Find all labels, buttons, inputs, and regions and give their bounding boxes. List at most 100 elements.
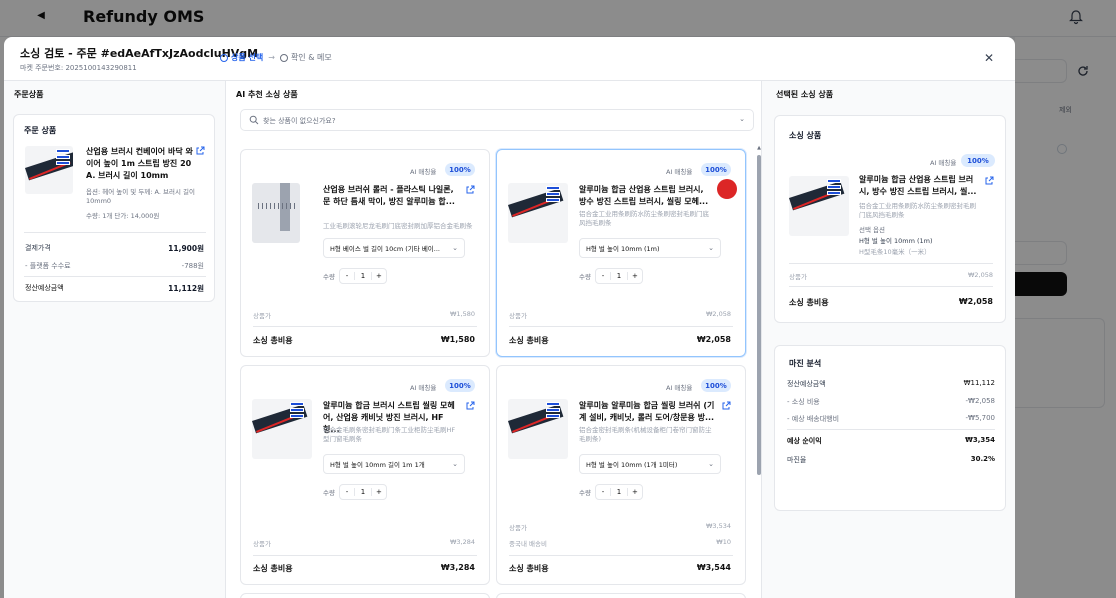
product-price-value: ₩1,580 <box>449 310 475 318</box>
selected-marker-icon[interactable] <box>717 179 737 199</box>
product-price-label: 상품가 <box>253 540 271 548</box>
step-confirm-memo[interactable]: 확인 & 메모 <box>279 52 332 63</box>
ai-match-label: AI 매칭율 <box>666 384 693 392</box>
margin-analysis-card: 마진 분석 정산예상금액 ₩11,112 - 소싱 비용 -₩2,058 - 예… <box>774 345 1006 511</box>
option-select-value: H형 벌 높이 10mm (1개 1미터) <box>586 461 678 469</box>
sourcing-review-modal: 소싱 검토 - 주문 #edAeAfTxJzAodcluHVgM 마켓 주문번호… <box>4 37 1015 598</box>
divider <box>789 263 993 264</box>
selected-product-image <box>789 176 849 236</box>
card-title: 소싱 상품 <box>789 131 822 140</box>
external-link-icon[interactable] <box>721 401 731 411</box>
column-header: 주문상품 <box>14 90 44 99</box>
step-product-select[interactable]: 상품 선택 <box>220 52 263 63</box>
chevron-down-icon[interactable]: ⌄ <box>739 115 745 123</box>
expected-profit-label: 예상 순이익 <box>787 437 822 445</box>
sourcing-card[interactable] <box>496 593 746 598</box>
chevron-down-icon: ⌄ <box>708 460 714 468</box>
divider <box>789 286 993 287</box>
ai-match-label: AI 매칭율 <box>410 384 437 392</box>
sourcing-card-selected[interactable]: AI 매칭율 100% 알루미늄 합금 산업용 스트립 브러시, 방수 방진 스… <box>496 149 746 357</box>
settlement-label: 정산예상금액 <box>787 380 826 388</box>
divider <box>24 276 206 277</box>
sourcing-cost-value: -₩2,058 <box>965 397 996 405</box>
quantity-value[interactable]: 1 <box>353 272 372 280</box>
chevron-down-icon: ⌄ <box>708 244 714 252</box>
settlement-value: ₩11,112 <box>963 379 995 387</box>
sourcing-product-desc: 铝合金工业用条刷防水防尘条刷密封毛刷门底风挡毛刷条 <box>579 210 709 227</box>
selected-sourcing-card: 소싱 상품 AI 매칭율 100% 알루미늄 합금 산업용 스트립 브러시, 방… <box>774 115 1006 323</box>
sourcing-total-value: ₩3,544 <box>696 563 731 572</box>
order-product-option: 옵션: 헤어 높이 및 두께: A. 브러시 길이 10mm0 <box>86 188 195 205</box>
quantity-value[interactable]: 1 <box>609 488 628 496</box>
card-title: 주문 상품 <box>24 126 57 135</box>
quantity-control: 수량 -1 + <box>323 484 387 500</box>
sourcing-total-label: 소싱 총비용 <box>509 336 549 345</box>
divider <box>253 555 477 556</box>
order-product-image <box>25 146 73 194</box>
arrow-right-icon: → <box>268 53 275 62</box>
step-circle-icon <box>220 53 228 62</box>
shipping-agent-fee-label: - 예상 배송대행비 <box>787 415 840 423</box>
external-link-icon[interactable] <box>465 185 475 195</box>
quantity-stepper[interactable]: -1 + <box>338 268 387 284</box>
china-shipping-label: 중국내 배송비 <box>509 540 547 548</box>
quantity-control: 수량 -1 + <box>579 484 643 500</box>
decrement-button[interactable]: - <box>596 488 610 496</box>
selected-option-label: 선택 옵션 <box>859 226 885 234</box>
decrement-button[interactable]: - <box>596 272 610 280</box>
quantity-label: 수량 <box>579 273 591 281</box>
option-select-value: H형 베이스 벌 길이 10cm (기타 베이... <box>330 245 440 253</box>
increment-button[interactable]: + <box>628 272 642 280</box>
product-price-value: ₩2,058 <box>705 310 731 318</box>
sourcing-product-desc: 铝合金毛刷条密封毛刷门条工业柜防尘毛刷HF型门窗毛刷条 <box>323 426 456 443</box>
sourcing-search-input[interactable]: 찾는 상품이 없으신가요? ⌄ <box>240 109 754 131</box>
decrement-button[interactable]: - <box>340 272 354 280</box>
product-price-label: 상품가 <box>253 312 271 320</box>
quantity-stepper[interactable]: -1 + <box>338 484 387 500</box>
increment-button[interactable]: + <box>372 272 386 280</box>
external-link-icon[interactable] <box>195 146 205 156</box>
sourcing-product-image <box>508 183 568 243</box>
divider <box>787 429 995 430</box>
sourcing-total-label: 소싱 총비용 <box>789 298 829 307</box>
option-select[interactable]: H형 벌 높이 10mm (1m) ⌄ <box>579 238 721 258</box>
sourcing-card[interactable]: AI 매칭율 100% 알루미늄 합금 브러시 스트립 씰링 모헤어, 산업용 … <box>240 365 490 585</box>
order-product-title: 산업용 브러시 컨베이어 바닥 와이어 높이 1m 스트립 방진 20 A. 브… <box>86 147 193 180</box>
option-select[interactable]: H형 베이스 벌 길이 10cm (기타 베이... ⌄ <box>323 238 465 258</box>
quantity-stepper[interactable]: -1 + <box>594 484 643 500</box>
quantity-control: 수량 -1 + <box>323 268 387 284</box>
payment-price-label: 결제가격 <box>25 244 51 252</box>
sourcing-card[interactable]: AI 매칭율 100% 산업용 브러쉬 롤러 - 플라스틱 나일론, 문 하단 … <box>240 149 490 357</box>
close-icon[interactable]: ✕ <box>982 51 996 65</box>
quantity-value[interactable]: 1 <box>609 272 628 280</box>
chevron-down-icon: ⌄ <box>452 244 458 252</box>
product-price-label: 상품가 <box>789 273 807 281</box>
order-product-card: 주문 상품 산업용 브러시 컨베이어 바닥 와이어 높이 1m 스트립 방진 2… <box>13 114 215 302</box>
ai-match-label: AI 매칭율 <box>930 159 957 167</box>
expected-profit-value: ₩3,354 <box>965 436 995 444</box>
product-price-label: 상품가 <box>509 312 527 320</box>
option-select[interactable]: H형 벌 높이 10mm 길이 1m 1개 ⌄ <box>323 454 465 474</box>
step-indicator: 상품 선택 → 확인 & 메모 <box>220 52 332 63</box>
chevron-down-icon: ⌄ <box>452 460 458 468</box>
decrement-button[interactable]: - <box>340 488 354 496</box>
sourcing-card[interactable]: AI 매칭율 100% 알루미늄 알루미늄 합금 씰링 브러쉬 (기계 설비, … <box>496 365 746 585</box>
quantity-value[interactable]: 1 <box>353 488 372 496</box>
order-product-column: 주문상품 주문 상품 산업용 브러시 컨베이어 바닥 와이어 높이 1m 스트립… <box>4 81 226 598</box>
selected-option-cn: H型毛条10毫米（一米） <box>859 248 931 256</box>
quantity-control: 수량 -1 + <box>579 268 643 284</box>
option-select-value: H형 벌 높이 10mm (1m) <box>586 245 660 253</box>
sourcing-card[interactable] <box>240 593 490 598</box>
increment-button[interactable]: + <box>372 488 386 496</box>
external-link-icon[interactable] <box>984 176 994 186</box>
quantity-stepper[interactable]: -1 + <box>594 268 643 284</box>
sourcing-total-value: ₩1,580 <box>440 335 475 344</box>
option-select[interactable]: H형 벌 높이 10mm (1개 1미터) ⌄ <box>579 454 721 474</box>
sourcing-product-image <box>252 183 300 243</box>
scrollbar-thumb[interactable] <box>757 155 761 475</box>
sourcing-product-image <box>508 399 568 459</box>
increment-button[interactable]: + <box>628 488 642 496</box>
ai-match-badge: 100% <box>701 163 731 176</box>
external-link-icon[interactable] <box>465 401 475 411</box>
search-icon <box>249 115 259 125</box>
